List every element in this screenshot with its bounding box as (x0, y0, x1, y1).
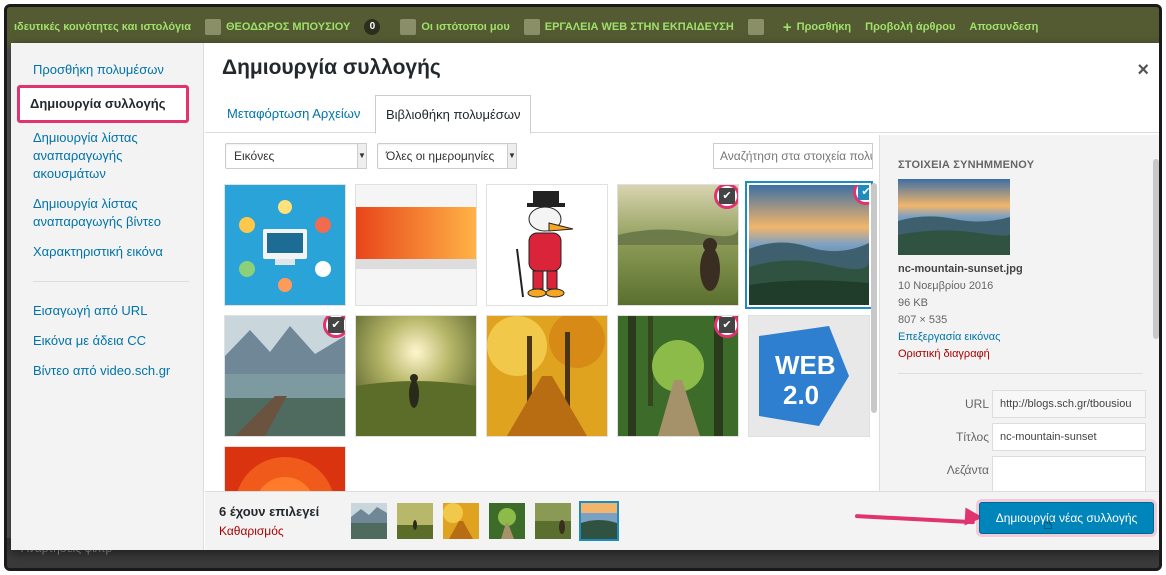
menu-item-audio-playlist[interactable]: Δημιουργία λίστας αναπαραγωγής ακουσμάτω… (11, 123, 203, 189)
orange-gradient-image (356, 185, 476, 305)
details-date: 10 Νοεμβρίου 2016 (898, 280, 994, 292)
user-avatar-icon (204, 19, 221, 35)
title-label: Τίτλος (955, 430, 989, 444)
attachment-thumb[interactable] (225, 185, 345, 305)
create-gallery-button[interactable]: Δημιουργία νέας συλλογής (979, 502, 1154, 534)
autumn-road-image (487, 316, 607, 436)
sites-icon (400, 19, 417, 35)
menu-item-featured-image[interactable]: Χαρακτηριστική εικόνα (11, 237, 203, 267)
home-icon (523, 19, 540, 35)
media-toolbar: Εικόνες ▼ Όλες οι ημερομηνίες ▼ Αναζήτησ… (205, 135, 881, 179)
close-icon[interactable]: × (1137, 59, 1149, 82)
media-menu: Προσθήκη πολυμέσων Δημιουργία συλλογής Δ… (11, 43, 204, 550)
menu-item-video-playlist[interactable]: Δημιουργία λίστας αναπαραγωγής βίντεο (11, 189, 203, 237)
admin-bar-site-name-label: ΕΡΓΑΛΕΙΑ WEB ΣΤΗΝ ΕΚΠΑΙΔΕΥΣΗ (544, 21, 734, 33)
details-scrollbar[interactable] (1153, 159, 1159, 339)
caption-field[interactable] (992, 456, 1146, 491)
clear-selection-link[interactable]: Καθαρισμός (219, 524, 284, 538)
menu-item-video-sch[interactable]: Βίντεο από video.sch.gr (11, 356, 203, 386)
url-label: URL (964, 397, 989, 411)
modal-tabs: Μεταφόρτωση Αρχείων Βιβλιοθήκη πολυμέσων (205, 95, 1159, 134)
details-separator (898, 373, 1143, 374)
admin-bar-counter[interactable]: 0 (357, 19, 393, 35)
comment-icon (747, 19, 764, 35)
svg-text:WEB: WEB (775, 350, 836, 380)
dropdown-arrow-icon: ▼ (357, 143, 367, 169)
details-dimensions: 807 × 535 (898, 314, 948, 326)
edit-image-link[interactable]: Επεξεργασία εικόνας (898, 331, 1000, 343)
menu-separator (33, 281, 189, 282)
tab-media-library[interactable]: Βιβλιοθήκη πολυμέσων (375, 95, 532, 134)
admin-bar: ιδευτικές κοινότητες και ιστολόγια ΘΕΟΔΩ… (7, 7, 1159, 47)
selection-mini-thumb[interactable] (351, 503, 387, 539)
menu-item-add-media[interactable]: Προσθήκη πολυμέσων (11, 55, 203, 85)
orange-flower-image (225, 447, 345, 491)
date-filter-value: Όλες οι ημερομηνίες (386, 149, 495, 163)
infographic-image (225, 185, 345, 305)
caption-label: Λεζάντα (946, 463, 989, 477)
admin-bar-user-label: ΘΕΟΔΩΡΟΣ ΜΠΟΥΣΙΟΥ (225, 21, 351, 33)
menu-item-insert-url[interactable]: Εισαγωγή από URL (11, 296, 203, 326)
type-filter-select[interactable]: Εικόνες ▼ (225, 143, 367, 169)
delete-permanently-link[interactable]: Οριστική διαγραφή (898, 348, 990, 360)
attachments-grid: ✔ ✔ ✔ WEB 2.0 (205, 179, 881, 491)
plus-icon: + (782, 18, 792, 36)
date-filter-select[interactable]: Όλες οι ημερομηνίες ▼ (377, 143, 517, 169)
admin-bar-add[interactable]: + Προσθήκη (776, 19, 858, 36)
attachment-thumb[interactable]: ✔ (618, 185, 738, 305)
menu-item-cc-image[interactable]: Εικόνα με άδεια CC (11, 326, 203, 356)
selection-mini-thumb[interactable] (535, 503, 571, 539)
url-field[interactable]: http://blogs.sch.gr/tbousiou (992, 390, 1146, 418)
admin-bar-site-name[interactable]: ΕΡΓΑΛΕΙΑ WEB ΣΤΗΝ ΕΚΠΑΙΔΕΥΣΗ (517, 19, 741, 35)
selected-check-icon[interactable]: ✔ (714, 185, 738, 209)
hand-cursor-icon: ☝ (1043, 516, 1053, 533)
admin-bar-view[interactable]: Προβολή άρθρου (858, 21, 962, 33)
details-heading: ΣΤΟΙΧΕΙΑ ΣΥΝΗΜΜΕΝΟΥ (898, 159, 1035, 171)
selection-mini-thumb[interactable] (397, 503, 433, 539)
admin-bar-add-label: Προσθήκη (796, 21, 852, 33)
scrooge-cartoon-image (487, 185, 607, 305)
type-filter-value: Εικόνες (234, 149, 275, 163)
attachment-thumb[interactable] (356, 185, 476, 305)
admin-bar-my-sites-label: Οι ιστότοποι μου (421, 21, 510, 33)
attachment-details: ΣΤΟΙΧΕΙΑ ΣΥΝΗΜΜΕΝΟΥ nc-mountain-sunset.j… (879, 135, 1159, 491)
media-modal: Προσθήκη πολυμέσων Δημιουργία συλλογής Δ… (11, 43, 1159, 550)
annotation-arrow (854, 514, 975, 525)
attachment-thumb[interactable] (225, 447, 345, 491)
attachment-thumb[interactable] (487, 185, 607, 305)
modal-title: Δημιουργία συλλογής (222, 56, 441, 79)
details-size: 96 KB (898, 297, 928, 309)
mountain-sunset-image (749, 185, 869, 305)
selection-count: 6 έχουν επιλεγεί (219, 504, 320, 519)
admin-bar-logout[interactable]: Αποσυνδεση (962, 21, 1045, 33)
attachment-thumb[interactable]: ✔ (618, 316, 738, 436)
details-thumbnail (898, 179, 1010, 255)
menu-item-create-gallery[interactable]: Δημιουργία συλλογής (17, 85, 189, 123)
attachment-thumb[interactable]: ✔ (225, 316, 345, 436)
selection-mini-thumb[interactable] (443, 503, 479, 539)
selected-check-icon[interactable]: ✔ (714, 316, 738, 338)
attachment-thumb[interactable] (356, 316, 476, 436)
grid-scrollbar[interactable] (871, 183, 877, 413)
title-field[interactable]: nc-mountain-sunset (992, 423, 1146, 451)
search-input[interactable]: Αναζήτηση στα στοιχεία πολυ (713, 143, 873, 169)
admin-bar-site[interactable]: ιδευτικές κοινότητες και ιστολόγια (7, 21, 198, 33)
web20-puzzle-image: WEB 2.0 (749, 316, 869, 436)
notification-badge: 0 (364, 19, 381, 35)
details-filename: nc-mountain-sunset.jpg (898, 263, 1023, 275)
sunset-field-man-image (356, 316, 476, 436)
attachment-thumb[interactable] (487, 316, 607, 436)
dropdown-arrow-icon: ▼ (507, 143, 517, 169)
media-footer: 6 έχουν επιλεγεί Καθαρισμός Δημιουργία ν… (205, 491, 1159, 550)
svg-text:2.0: 2.0 (783, 380, 819, 410)
admin-bar-my-sites[interactable]: Οι ιστότοποι μου (393, 19, 516, 35)
admin-bar-user[interactable]: ΘΕΟΔΩΡΟΣ ΜΠΟΥΣΙΟΥ (198, 19, 357, 35)
attachment-thumb-active[interactable]: ✔ (749, 185, 869, 305)
selection-mini-thumb-active[interactable] (581, 503, 617, 539)
admin-bar-comments[interactable] (741, 19, 776, 35)
screen-frame: ιδευτικές κοινότητες και ιστολόγια ΘΕΟΔΩ… (4, 4, 1162, 571)
tab-upload-files[interactable]: Μεταφόρτωση Αρχείων (217, 95, 370, 133)
selection-mini-thumb[interactable] (489, 503, 525, 539)
attachment-thumb[interactable]: WEB 2.0 (749, 316, 869, 436)
